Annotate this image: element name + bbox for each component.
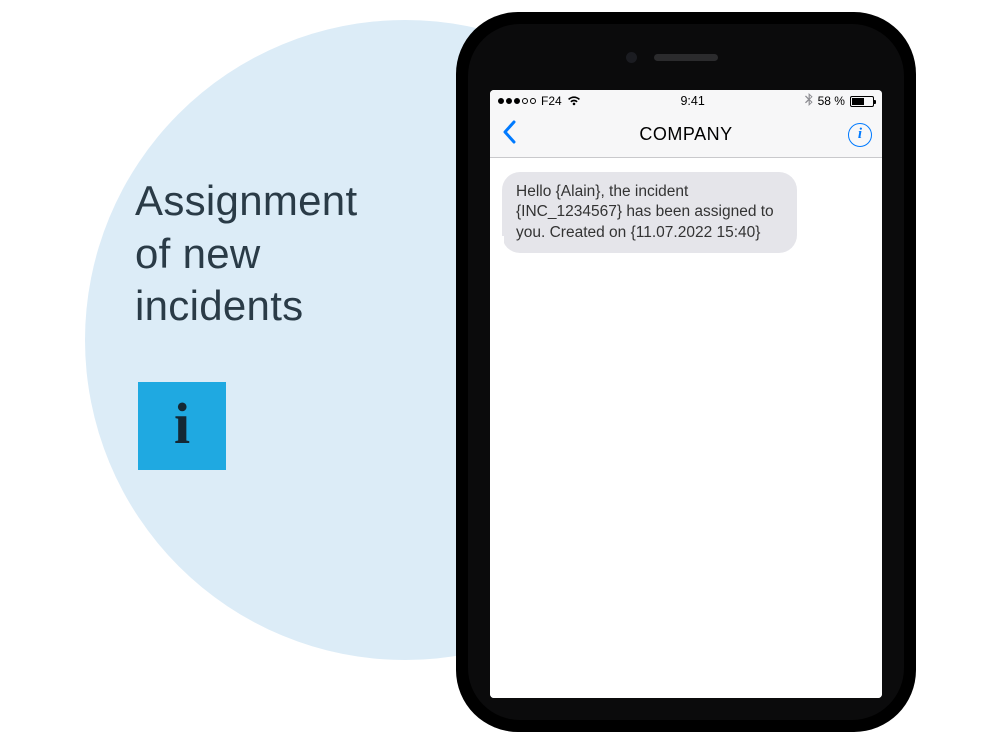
wifi-icon [567,96,581,106]
headline-line2: of new [135,230,261,277]
info-button[interactable]: i [848,123,872,147]
message-text: Hello {Alain}, the incident {INC_1234567… [516,183,774,241]
battery-icon [850,96,874,107]
headline-text: Assignment of new incidents [135,175,357,333]
info-icon: i [174,395,190,453]
phone-frame: F24 9:41 58 % [456,12,916,732]
info-tile: i [138,382,226,470]
phone-inner: F24 9:41 58 % [468,24,904,720]
battery-percent: 58 % [818,94,845,108]
headline-line3: incidents [135,282,303,329]
nav-bar: COMPANY i [490,112,882,158]
bluetooth-icon [805,93,813,109]
status-right: 58 % [805,93,874,109]
message-bubble: Hello {Alain}, the incident {INC_1234567… [502,172,797,253]
back-button[interactable] [500,120,516,150]
phone-speaker [654,54,718,61]
status-bar: F24 9:41 58 % [490,90,882,112]
messages-area[interactable]: Hello {Alain}, the incident {INC_1234567… [490,158,882,698]
nav-title: COMPANY [639,124,732,145]
phone-screen: F24 9:41 58 % [490,90,882,698]
phone-camera [626,52,637,63]
signal-strength-icon [498,98,536,104]
status-left: F24 [498,94,581,108]
headline-line1: Assignment [135,177,357,224]
info-button-icon: i [858,126,862,143]
status-time: 9:41 [680,94,704,108]
carrier-label: F24 [541,94,562,108]
